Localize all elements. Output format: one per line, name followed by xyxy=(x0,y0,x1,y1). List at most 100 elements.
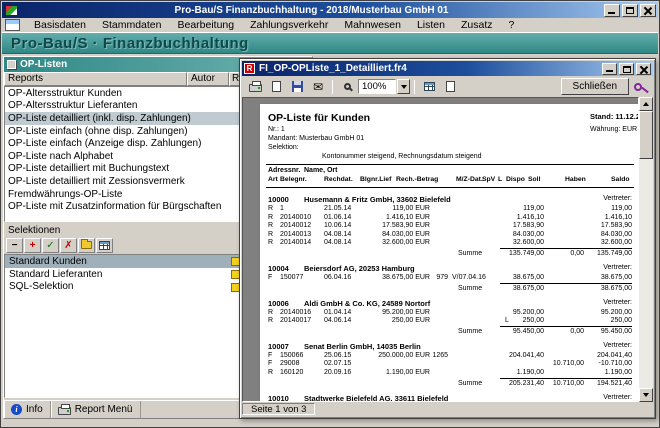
page-setup-button[interactable] xyxy=(266,78,286,96)
soll: 38.675,00 xyxy=(449,274,544,281)
preview-viewport[interactable]: OP-Liste für KundenStand: 11.12.2018Nr.:… xyxy=(242,97,639,402)
report-title-line: OP-Liste für KundenStand: 11.12.2018 xyxy=(260,112,639,126)
menu-item-stammdaten[interactable]: Stammdaten xyxy=(94,18,170,32)
soll: 119,00 xyxy=(449,205,544,212)
arrow-down-icon xyxy=(643,393,649,397)
menu-item-zusatz[interactable]: Zusatz xyxy=(453,18,501,32)
column-header-reports[interactable]: Reports xyxy=(4,72,187,86)
key-icon xyxy=(634,83,642,91)
summe-saldo: 38.675,00 xyxy=(537,285,632,292)
betrag: 32.600,00 EUR xyxy=(335,239,430,246)
zoom-level[interactable]: 100% xyxy=(358,79,396,94)
menu-item-zahlungsverkehr[interactable]: Zahlungsverkehr xyxy=(242,18,336,32)
report-page-content: OP-Liste für KundenStand: 11.12.2018Nr.:… xyxy=(260,112,639,402)
report-name: OP-Liste detailliert (inkl. disp. Zahlun… xyxy=(5,113,247,124)
report-sum-row: Summe38.675,0038.675,00 xyxy=(260,283,639,294)
column-header-autor[interactable]: Autor xyxy=(187,72,229,86)
zoom-dropdown-button[interactable] xyxy=(397,79,410,94)
thumbnails-button[interactable] xyxy=(419,78,439,96)
menu-item-bearbeitung[interactable]: Bearbeitung xyxy=(169,18,242,32)
report-name: OP-Liste detailliert mit Buchungstext xyxy=(5,163,247,174)
art: R xyxy=(268,214,273,221)
report-menu-button[interactable]: Report Menü xyxy=(51,401,141,418)
saldo: 250,00 xyxy=(537,317,632,324)
confirm-selection-button[interactable]: ✓ xyxy=(42,238,59,253)
preview-close-button[interactable] xyxy=(636,63,651,75)
belegnr: 160120 xyxy=(280,369,303,376)
maximize-button[interactable] xyxy=(622,4,638,17)
minus-icon: − xyxy=(12,240,18,251)
menu-item-mahnwesen[interactable]: Mahnwesen xyxy=(336,18,409,32)
report-row: F2900802.07.1510.710,00-10.710,00 xyxy=(260,360,639,369)
summe-saldo: 95.450,00 xyxy=(537,328,632,335)
minimize-button[interactable] xyxy=(604,4,620,17)
schliessen-button[interactable]: Schließen xyxy=(561,78,629,95)
report-line: Mandant: Musterbau GmbH 01 xyxy=(260,135,639,144)
add-selection-button[interactable]: + xyxy=(24,238,41,253)
app-icon xyxy=(5,5,18,16)
column-header: Dispo xyxy=(506,176,525,183)
menu-item-listen[interactable]: Listen xyxy=(409,18,453,32)
report-nr: Nr.: 1 xyxy=(268,126,285,133)
saldo: 204.041,40 xyxy=(537,352,632,359)
art: R xyxy=(268,231,273,238)
cancel-selection-button[interactable]: ✗ xyxy=(60,238,77,253)
report-row: F15007706.04.1638.675,00 EUR979V/07.04.1… xyxy=(260,274,639,283)
open-selection-button[interactable] xyxy=(78,238,95,253)
whole-page-button[interactable] xyxy=(440,78,460,96)
app-banner: Pro-Bau/S · Finanzbuchhaltung xyxy=(2,33,658,54)
info-button[interactable]: i Info xyxy=(4,401,51,418)
scroll-down-button[interactable] xyxy=(639,388,653,402)
preview-minimize-button[interactable] xyxy=(602,63,617,75)
menu-bar: BasisdatenStammdatenBearbeitungZahlungsv… xyxy=(2,18,658,33)
close-button[interactable] xyxy=(640,4,656,17)
report-group-header: 10006Aldi GmbH & Co. KG, 24589 NortorfVe… xyxy=(260,299,639,309)
column-header: Rech.-Betrag xyxy=(396,176,438,183)
banner-title: Pro-Bau/S · Finanzbuchhaltung xyxy=(11,35,249,52)
key-button[interactable] xyxy=(630,78,650,96)
belegnr: 20140010 xyxy=(280,214,311,221)
saldo: 17.583,90 xyxy=(537,222,632,229)
soll: 250,00 xyxy=(449,317,544,324)
print-button[interactable] xyxy=(245,78,265,96)
horizontal-rule xyxy=(266,187,634,190)
search-icon xyxy=(344,83,351,90)
customer-number: 10004 xyxy=(268,264,289,273)
report-mandant: Mandant: Musterbau GmbH 01 xyxy=(268,135,364,142)
report-row: R121.05.14119,00 EUR119,00119,00 xyxy=(260,205,639,214)
preview-maximize-button[interactable] xyxy=(619,63,634,75)
scrollbar-thumb[interactable] xyxy=(639,111,653,159)
find-button[interactable] xyxy=(337,78,357,96)
tage: 1265 xyxy=(353,352,448,359)
soll: 204.041,40 xyxy=(449,352,544,359)
preview-title: FI_OP-OPListe_1_Detailliert.fr4 xyxy=(259,63,600,74)
toolbar-separator xyxy=(414,80,415,94)
report-sum-row: Summe95.450,000,0095.450,00 xyxy=(260,326,639,337)
customer-name: Stadtwerke Bielefeld AG, 33611 Bielefeld xyxy=(304,394,448,402)
belegnr: 150077 xyxy=(280,274,303,281)
email-button[interactable]: ✉ xyxy=(308,78,328,96)
sql-table-button[interactable] xyxy=(96,238,113,253)
vertical-scrollbar[interactable] xyxy=(639,97,653,402)
report-selektion: Kontonummer steigend, Rechnungsdatum ste… xyxy=(322,153,482,160)
report-sum-row: Summe205.231,4010.710,00194.521,40 xyxy=(260,378,639,389)
preview-toolbar: ✉ 100% Schließen xyxy=(242,76,653,97)
report-title: OP-Liste für Kunden xyxy=(268,112,370,124)
scroll-up-button[interactable] xyxy=(639,97,653,111)
window-icon[interactable] xyxy=(5,19,20,31)
cross-icon: ✗ xyxy=(64,240,72,251)
minimize-icon xyxy=(608,12,615,14)
arrow-up-icon xyxy=(643,102,649,106)
report-line: Nr.: 1Währung: EUR xyxy=(260,126,639,135)
export-button[interactable] xyxy=(287,78,307,96)
report-row: F15006625.06.15250.000,00 EUR1265204.041… xyxy=(260,352,639,361)
customer-name: Beiersdorf AG, 20253 Hamburg xyxy=(304,264,415,273)
remove-selection-button[interactable]: − xyxy=(6,238,23,253)
report-preview-window: R FI_OP-OPListe_1_Detailliert.fr4 ✉ 100%… xyxy=(239,58,656,419)
menu-item-basisdaten[interactable]: Basisdaten xyxy=(26,18,94,32)
report-name: OP-Liste nach Alphabet xyxy=(5,151,247,162)
preview-title-bar: R FI_OP-OPListe_1_Detailliert.fr4 xyxy=(242,61,653,76)
report-name: Fremdwährungs-OP-Liste xyxy=(5,189,247,200)
menu-item-help[interactable]: ? xyxy=(501,18,523,32)
belegnr: 150066 xyxy=(280,352,303,359)
